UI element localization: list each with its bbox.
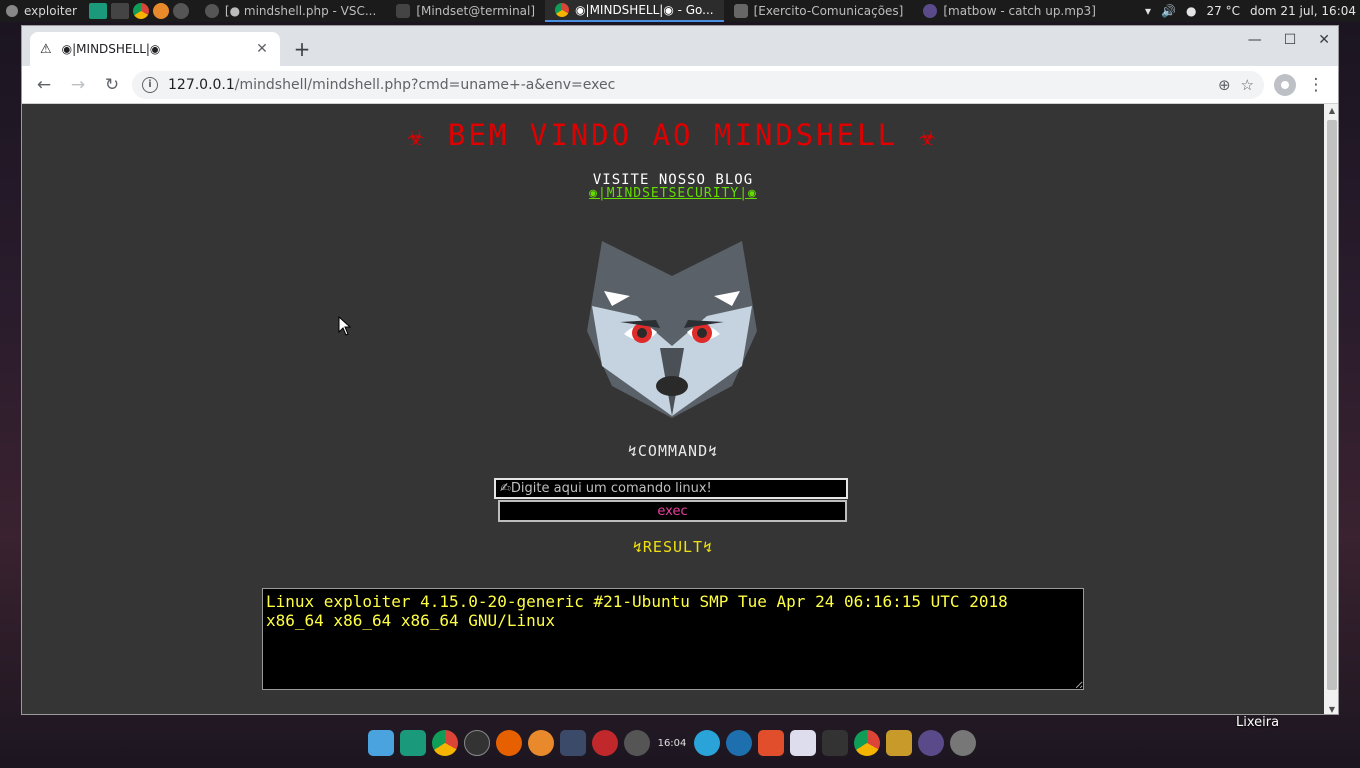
browser-window: ⚠ ◉|MINDSHELL|◉ ✕ + — ☐ ✕ ← → ↻ i 127.0.… [21,25,1339,715]
result-output[interactable]: Linux exploiter 4.15.0-20-generic #21-Ub… [262,588,1084,690]
bookmark-star-icon[interactable]: ☆ [1241,76,1254,94]
folder-icon[interactable] [886,730,912,756]
temperature[interactable]: 27 °C [1207,4,1240,18]
wireshark-icon[interactable] [726,730,752,756]
command-label: ↯COMMAND↯ [627,442,719,460]
task-label: [Exercito-Comunicações] [753,4,904,18]
terminal-icon [396,4,411,18]
task-terminal[interactable]: [Mindset@terminal] [386,0,545,22]
reload-button[interactable]: ↻ [98,71,126,99]
trash-label[interactable]: Lixeira [1236,715,1279,730]
page-scrollbar[interactable]: ▲ ▼ [1324,104,1338,714]
wolf-logo [587,241,757,418]
weather-icon: ● [1186,4,1197,18]
scroll-up-icon[interactable]: ▲ [1324,106,1338,115]
menu-kebab-icon[interactable]: ⋮ [1302,71,1330,99]
task-chrome[interactable]: ◉|MINDSHELL|◉ - Go... [545,0,724,22]
url-host: 127.0.0.1 [168,76,235,93]
chrome-icon[interactable] [432,730,458,756]
tab-strip: ⚠ ◉|MINDSHELL|◉ ✕ + — ☐ ✕ [22,26,1338,66]
command-input[interactable] [494,478,848,499]
terminal-icon[interactable] [822,730,848,756]
skull-icon [6,5,18,17]
git-icon[interactable] [758,730,784,756]
chrome-icon[interactable] [132,3,149,19]
app-menu[interactable]: exploiter [0,0,83,22]
task-player[interactable]: [matbow - catch up.mp3] [913,0,1106,22]
finder-icon[interactable] [368,730,394,756]
chrome-icon[interactable] [854,730,880,756]
speaker-icon[interactable] [950,730,976,756]
atom-icon[interactable] [172,3,189,19]
system-monitor-icon[interactable] [464,730,490,756]
back-button[interactable]: ← [30,71,58,99]
maximize-icon[interactable]: ☐ [1284,32,1297,48]
task-label: [Mindset@terminal] [416,4,536,18]
media-player-icon[interactable] [918,730,944,756]
profile-avatar[interactable] [1274,73,1296,96]
desktop-icon[interactable] [88,3,107,19]
dock: 16:04 [356,722,1004,764]
task-vscode[interactable]: [● mindshell.php - VSC... [195,0,386,22]
system-tray: ▾ 🔊 ● 27 °C dom 21 jul, 16:04 [1145,4,1360,18]
task-files[interactable]: [Exercito-Comunicações] [724,0,914,22]
scroll-down-icon[interactable]: ▼ [1324,705,1338,714]
files-icon[interactable] [400,730,426,756]
volume-icon[interactable]: 🔊 [1161,4,1176,18]
atom-icon[interactable] [624,730,650,756]
app-red-icon[interactable] [592,730,618,756]
site-info-icon[interactable]: i [142,76,158,93]
new-tab-button[interactable]: + [288,35,316,63]
result-label: ↯RESULT↯ [632,538,714,556]
quick-launchers [83,0,195,22]
firefox-icon[interactable] [496,730,522,756]
sublime-icon[interactable] [152,3,169,19]
wifi-icon[interactable]: ▾ [1145,4,1151,18]
clock[interactable]: dom 21 jul, 16:04 [1250,4,1356,18]
page-viewport: ☣ BEM VINDO AO MINDSHELL ☣ VISITE NOSSO … [22,104,1338,714]
atom-icon [204,4,219,18]
tab-title: ◉|MINDSHELL|◉ [61,42,161,56]
app-name: exploiter [24,4,77,18]
minimize-icon[interactable]: — [1248,32,1262,48]
page-title: ☣ BEM VINDO AO MINDSHELL ☣ [407,118,939,152]
address-bar[interactable]: i 127.0.0.1 /mindshell/mindshell.php?cmd… [132,70,1264,99]
dock-clock[interactable]: 16:04 [656,738,688,749]
browser-toolbar: ← → ↻ i 127.0.0.1 /mindshell/mindshell.p… [22,66,1338,104]
task-label: [● mindshell.php - VSC... [224,4,377,18]
top-panel: exploiter [● mindshell.php - VSC... [Min… [0,0,1360,22]
tab-mindshell[interactable]: ⚠ ◉|MINDSHELL|◉ ✕ [30,32,280,66]
close-window-icon[interactable]: ✕ [1318,32,1330,48]
folder-icon [733,4,748,18]
zoom-icon[interactable]: ⊕ [1218,76,1231,94]
telegram-icon[interactable] [694,730,720,756]
window-controls: — ☐ ✕ [1248,32,1330,48]
sublime-icon[interactable] [528,730,554,756]
forward-button[interactable]: → [64,71,92,99]
exec-button[interactable]: exec [498,500,847,522]
camera-icon[interactable] [790,730,816,756]
url-path: /mindshell/mindshell.php?cmd=uname+-a&en… [234,76,616,93]
media-player-icon [923,4,938,18]
task-label: ◉|MINDSHELL|◉ - Go... [575,3,714,17]
vscode-icon[interactable] [560,730,586,756]
close-tab-icon[interactable]: ✕ [254,41,270,57]
blog-link[interactable]: ◉|MINDSETSECURITY|◉ [22,186,1324,201]
warning-icon: ⚠ [40,41,52,57]
mouse-cursor-icon [338,316,352,336]
chrome-icon [555,3,570,17]
mindshell-page: ☣ BEM VINDO AO MINDSHELL ☣ VISITE NOSSO … [22,104,1324,714]
terminal-icon[interactable] [110,3,129,19]
task-label: [matbow - catch up.mp3] [943,4,1096,18]
scrollbar-thumb[interactable] [1327,120,1337,690]
